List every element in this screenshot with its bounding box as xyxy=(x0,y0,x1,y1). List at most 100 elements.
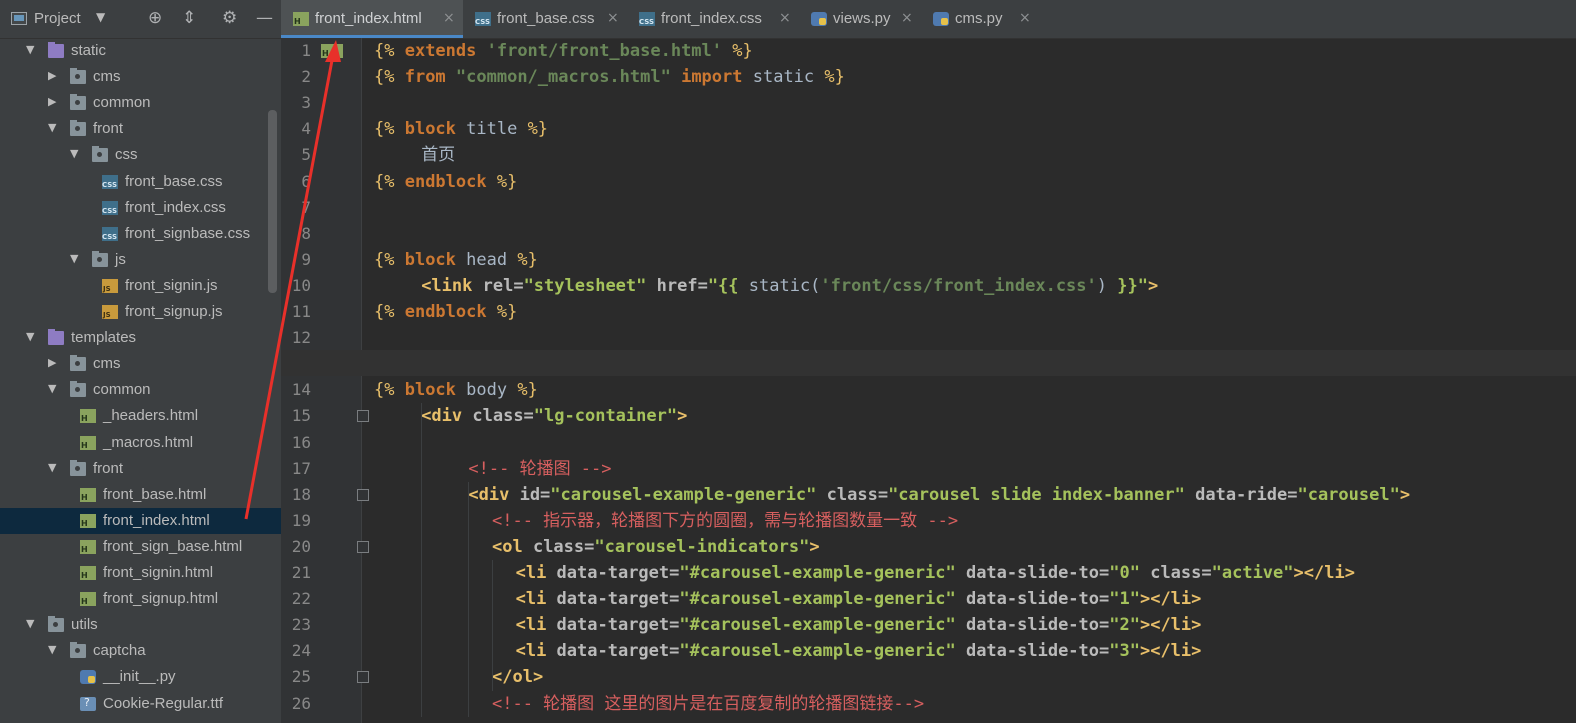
tree-item[interactable]: ▼ utils xyxy=(0,612,281,638)
line-number: 17 xyxy=(291,458,311,478)
tree-item[interactable]: _macros.html xyxy=(0,430,281,456)
code-token: 'front/front_base.html' xyxy=(486,41,723,61)
code-line[interactable]: <li data-target="#carousel-example-gener… xyxy=(516,638,1202,664)
code-line[interactable]: <li data-target="#carousel-example-gener… xyxy=(516,560,1355,586)
tree-item[interactable]: ▼ js xyxy=(0,247,281,273)
tree-item-label: captcha xyxy=(93,642,146,660)
code-line[interactable]: </ol> xyxy=(492,664,543,690)
expanded-arrow-icon[interactable]: ▼ xyxy=(48,643,56,656)
tree-item[interactable]: front_base.html xyxy=(0,482,281,508)
collapsed-arrow-icon[interactable]: ▶ xyxy=(48,69,56,82)
tree-item[interactable]: front_signup.html xyxy=(0,586,281,612)
tree-item[interactable]: front_index.css xyxy=(0,195,281,221)
tree-item[interactable]: front_sign_base.html xyxy=(0,534,281,560)
expanded-arrow-icon[interactable]: ▼ xyxy=(48,121,56,134)
code-line[interactable]: <div class="lg-container"> xyxy=(421,403,687,429)
folder-icon xyxy=(70,94,86,111)
code-line[interactable]: {% block body %} xyxy=(374,377,538,403)
code-editor[interactable]: {% extends 'front/front_base.html' %} {% … xyxy=(281,38,1576,723)
tree-item[interactable]: _headers.html xyxy=(0,403,281,429)
code-line[interactable]: {% block title %} xyxy=(374,116,548,142)
code-line[interactable]: {% endblock %} xyxy=(374,169,517,195)
code-line[interactable]: {% endblock %} xyxy=(374,299,517,325)
expanded-arrow-icon[interactable]: ▼ xyxy=(48,382,56,395)
tree-item[interactable]: ▼ front xyxy=(0,456,281,482)
tree-item-label: common xyxy=(93,381,151,399)
close-icon[interactable]: × xyxy=(607,10,619,26)
crosshair-icon[interactable]: ⊕ xyxy=(148,8,162,28)
tree-item[interactable]: ▶ cms xyxy=(0,64,281,90)
expanded-arrow-icon[interactable]: ▼ xyxy=(48,461,56,474)
collapse-icon[interactable]: ⇕ xyxy=(182,8,196,28)
expanded-arrow-icon[interactable]: ▼ xyxy=(26,617,34,630)
close-icon[interactable]: × xyxy=(901,10,913,26)
close-icon[interactable]: × xyxy=(779,10,791,26)
file-css-icon xyxy=(102,226,118,241)
file-html-icon xyxy=(80,513,96,528)
code-line[interactable]: {% from "common/_macros.html" import sta… xyxy=(374,64,845,90)
code-token: "carousel-example-generic" xyxy=(550,484,827,505)
code-token: extends xyxy=(404,41,487,61)
code-line[interactable]: 首页 xyxy=(421,142,455,168)
close-icon[interactable]: × xyxy=(443,10,455,26)
tree-item[interactable]: front_index.html xyxy=(0,507,281,534)
code-line[interactable]: <!-- 轮播图 这里的图片是在百度复制的轮播图链接--> xyxy=(492,691,924,717)
line-number: 9 xyxy=(301,249,311,269)
tree-item[interactable]: ▼ front xyxy=(0,116,281,142)
tree-item[interactable]: ▼ css xyxy=(0,142,281,168)
tree-item[interactable]: ▼ common xyxy=(0,377,281,403)
gear-icon[interactable]: ⚙ xyxy=(222,8,237,28)
tree-item[interactable]: front_signin.html xyxy=(0,560,281,586)
code-token: body xyxy=(466,380,508,401)
collapsed-arrow-icon[interactable]: ▶ xyxy=(48,356,56,369)
code-token: <li xyxy=(515,589,557,610)
sidebar-scrollbar[interactable] xyxy=(268,110,277,293)
tab-views-py[interactable]: views.py × xyxy=(799,0,921,38)
tree-item[interactable]: Cookie-Regular.ttf xyxy=(0,691,281,717)
expanded-arrow-icon[interactable]: ▼ xyxy=(70,252,78,265)
minimize-icon[interactable]: — xyxy=(256,8,273,28)
expanded-arrow-icon[interactable]: ▼ xyxy=(26,43,34,56)
project-panel-title[interactable]: Project xyxy=(34,10,81,27)
file-js-icon xyxy=(102,278,118,293)
line-number: 22 xyxy=(291,589,311,609)
file-css-icon xyxy=(102,174,118,189)
folder-icon xyxy=(70,355,86,372)
tab-front-index-html[interactable]: front_index.html × xyxy=(281,0,463,38)
tree-item[interactable]: ▼ static xyxy=(0,38,281,64)
line-number: 10 xyxy=(291,275,311,295)
file-py-icon xyxy=(933,12,949,26)
tree-item[interactable]: front_signup.js xyxy=(0,299,281,325)
code-line[interactable]: <ol class="carousel-indicators"> xyxy=(492,534,820,560)
template-link-icon[interactable] xyxy=(321,44,343,58)
code-token: href= xyxy=(656,275,708,296)
expanded-arrow-icon[interactable]: ▼ xyxy=(26,330,34,343)
expanded-arrow-icon[interactable]: ▼ xyxy=(70,147,78,160)
tree-item[interactable]: front_signbase.css xyxy=(0,221,281,247)
tree-item[interactable]: front_signin.js xyxy=(0,273,281,299)
tree-item[interactable]: ▶ cms xyxy=(0,351,281,377)
code-line[interactable]: <div id="carousel-example-generic" class… xyxy=(468,482,1410,508)
chevron-down-icon[interactable]: ▼ xyxy=(96,10,105,24)
code-line[interactable]: <!-- 轮播图 --> xyxy=(468,456,611,482)
tree-item[interactable]: ▼ templates xyxy=(0,325,281,351)
code-line[interactable]: <!-- 指示器，轮播图下方的圆圈，需与轮播图数量一致 --> xyxy=(492,508,958,534)
code-token: "#carousel-example-generic" xyxy=(679,589,966,610)
code-line[interactable]: <li data-target="#carousel-example-gener… xyxy=(516,586,1202,612)
line-number: 12 xyxy=(291,328,311,348)
tree-item[interactable]: front_base.css xyxy=(0,169,281,195)
code-line[interactable]: {% extends 'front/front_base.html' %} xyxy=(374,38,753,64)
tab-cms-py[interactable]: cms.py × xyxy=(921,0,1039,38)
close-icon[interactable]: × xyxy=(1019,10,1031,26)
line-number: 6 xyxy=(301,171,311,191)
tree-item[interactable]: ▶ common xyxy=(0,90,281,116)
code-line[interactable]: <link rel="stylesheet" href="{{ static('… xyxy=(421,273,1158,299)
code-token: <link xyxy=(421,275,483,296)
code-line[interactable]: {% block head %} xyxy=(374,247,538,273)
tab-front-base-css[interactable]: front_base.css × xyxy=(463,0,627,38)
tab-front-index-css[interactable]: front_index.css × xyxy=(627,0,799,38)
code-line[interactable]: <li data-target="#carousel-example-gener… xyxy=(516,612,1202,638)
collapsed-arrow-icon[interactable]: ▶ xyxy=(48,95,56,108)
tree-item[interactable]: __init__.py xyxy=(0,664,281,690)
tree-item[interactable]: ▼ captcha xyxy=(0,638,281,664)
